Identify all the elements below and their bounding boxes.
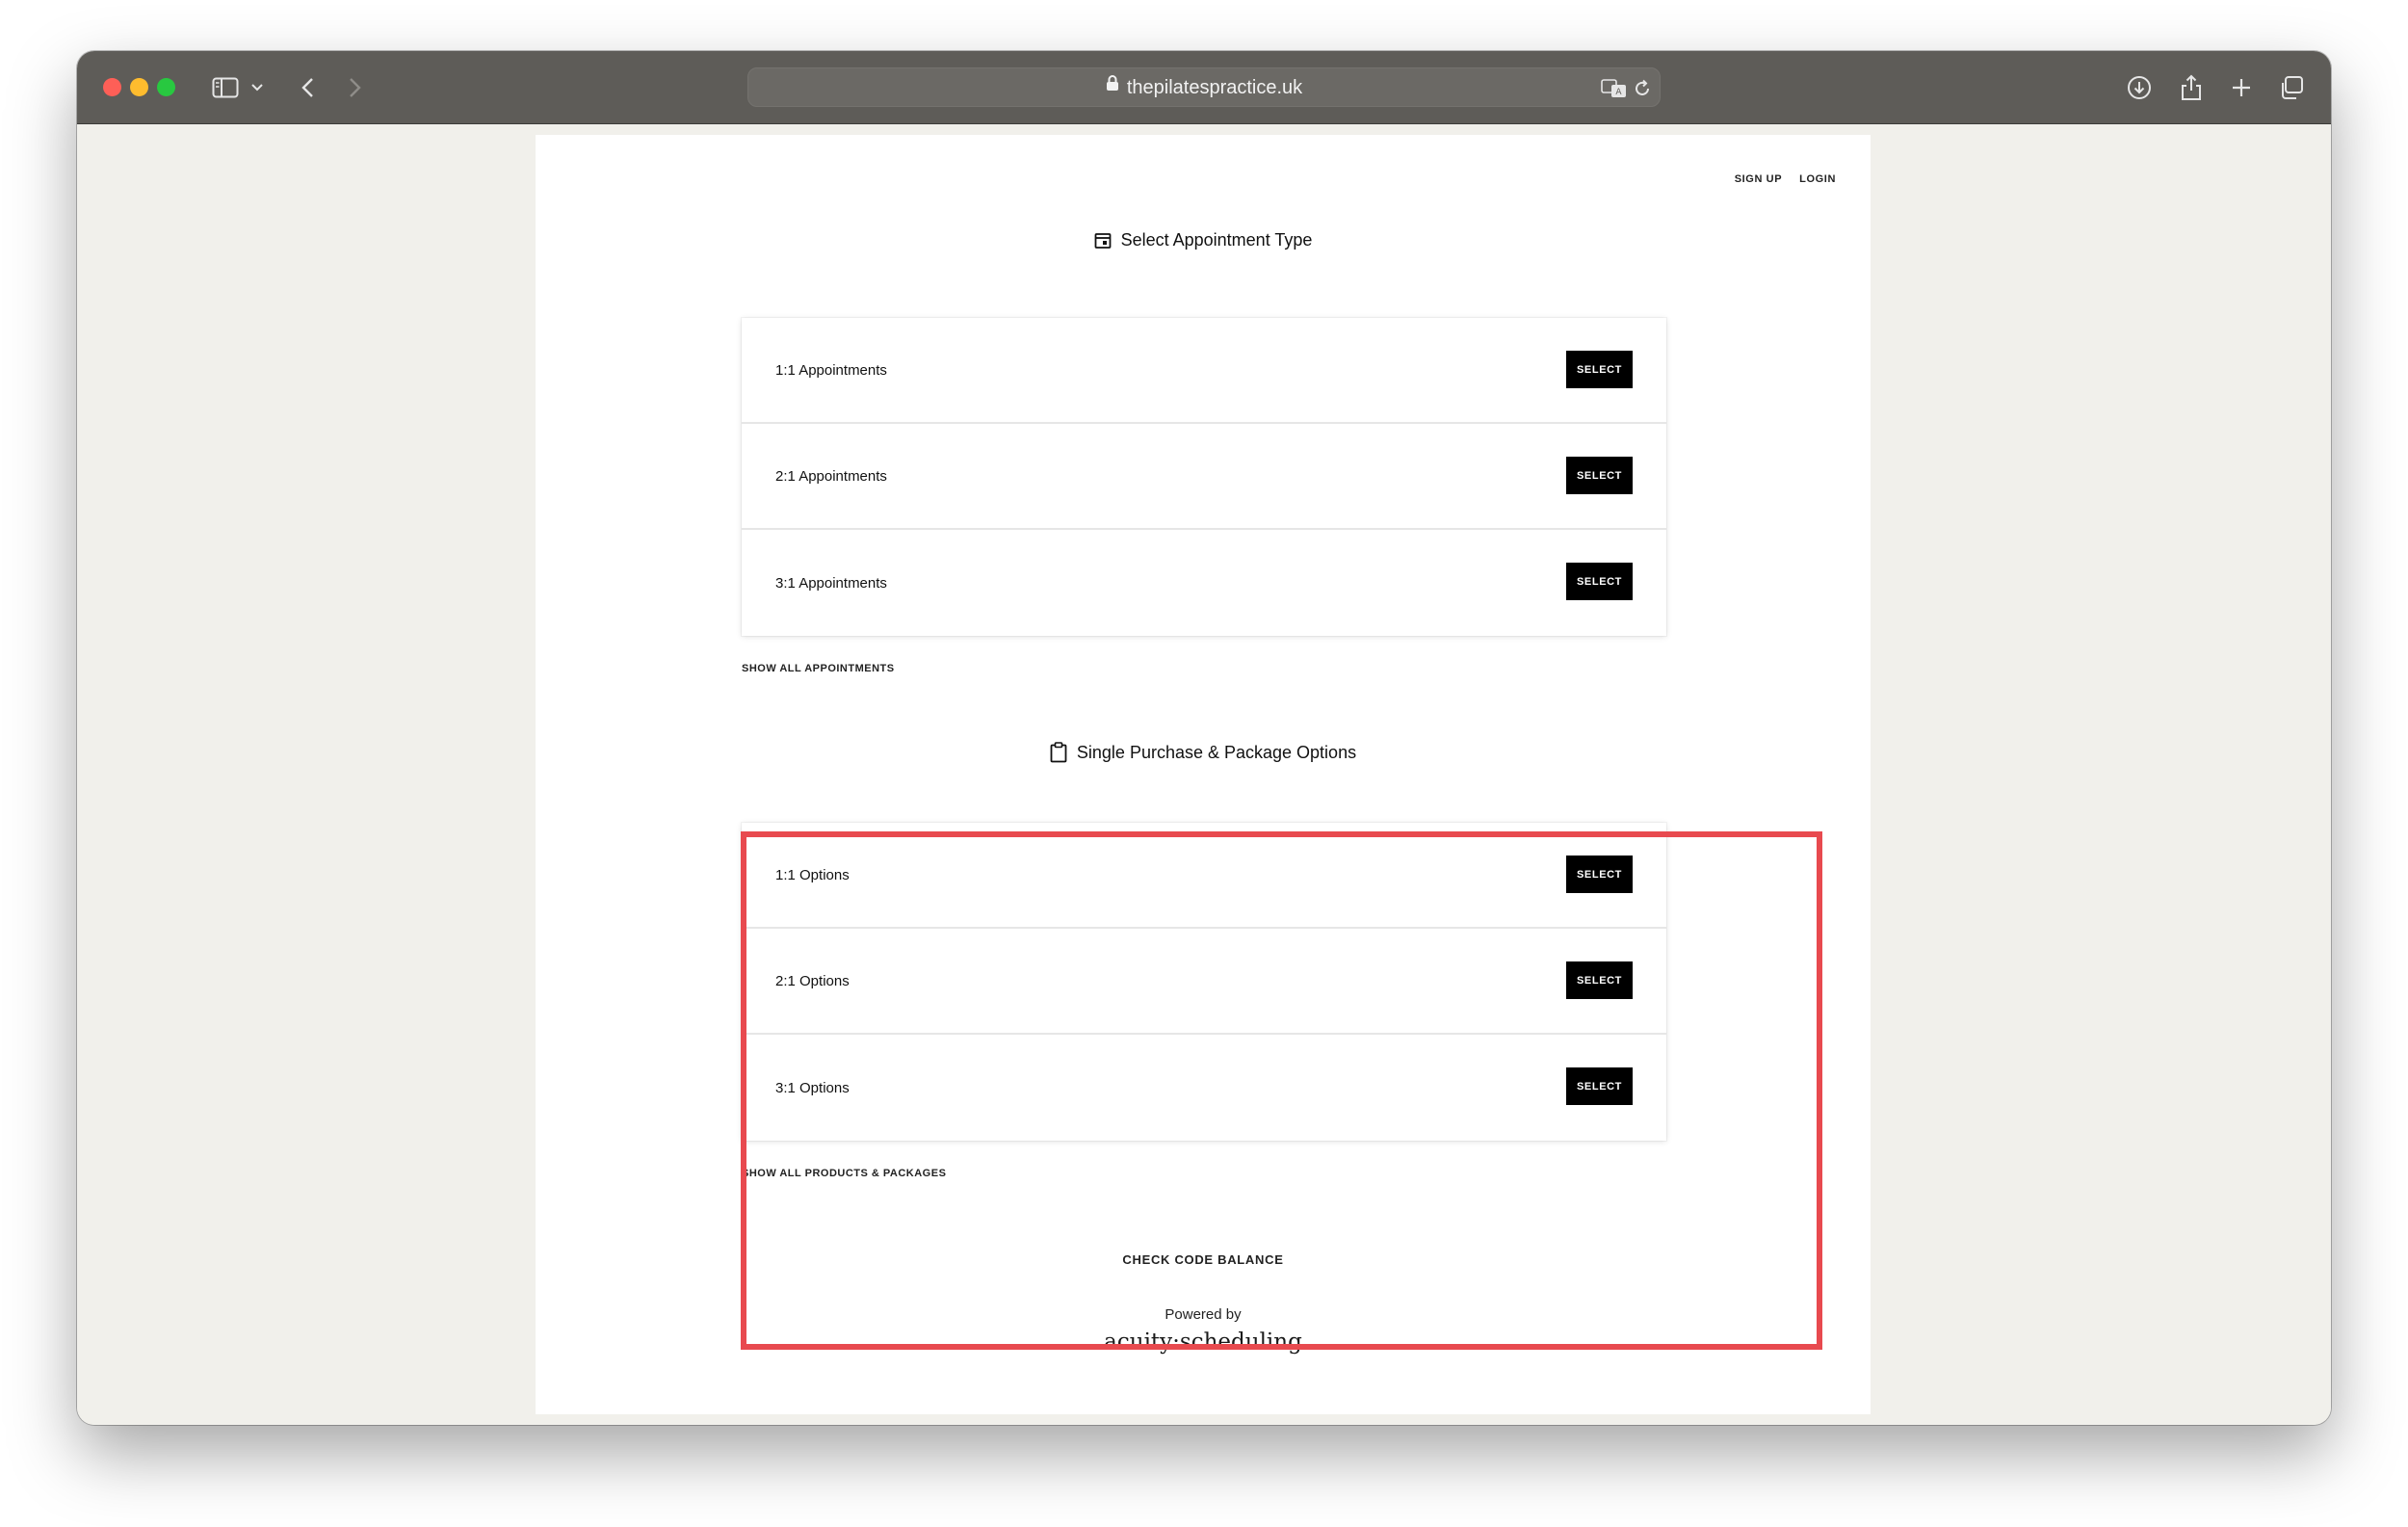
packages-title-text: Single Purchase & Package Options <box>1076 742 1357 762</box>
svg-text:A: A <box>1615 88 1622 97</box>
appointment-label: 3:1 Appointments <box>775 574 887 592</box>
scheduling-page: SIGN UP LOGIN Select Appointment Type 1:… <box>536 135 1871 1414</box>
select-button[interactable]: SELECT <box>1566 457 1633 494</box>
list-item[interactable]: 1:1 Appointments SELECT <box>742 318 1666 424</box>
lock-icon <box>1106 66 1119 106</box>
maximize-window-button[interactable] <box>157 78 175 96</box>
tab-overview-icon[interactable] <box>2277 68 2306 107</box>
list-item[interactable]: 2:1 Appointments SELECT <box>742 424 1666 530</box>
package-label: 1:1 Options <box>775 866 850 883</box>
show-all-products-link[interactable]: SHOW ALL PRODUCTS & PACKAGES <box>742 1168 946 1179</box>
select-button[interactable]: SELECT <box>1566 856 1633 893</box>
appointment-label: 2:1 Appointments <box>775 467 887 485</box>
appointments-title: Select Appointment Type <box>536 230 1871 250</box>
address-bar[interactable]: thepilatespractice.uk A <box>747 67 1661 107</box>
browser-toolbar: thepilatespractice.uk A <box>77 51 2331 124</box>
package-label: 2:1 Options <box>775 972 850 989</box>
download-icon[interactable] <box>2125 68 2154 107</box>
package-list: 1:1 Options SELECT 2:1 Options SELECT 3:… <box>742 823 1666 1141</box>
appointment-label: 1:1 Appointments <box>775 361 887 379</box>
show-all-appointments-link[interactable]: SHOW ALL APPOINTMENTS <box>742 663 895 674</box>
list-item[interactable]: 1:1 Options SELECT <box>742 823 1666 929</box>
appointments-title-text: Select Appointment Type <box>1120 230 1313 250</box>
select-button[interactable]: SELECT <box>1566 1067 1633 1105</box>
powered-by-text: Powered by <box>1165 1306 1242 1323</box>
sign-up-link[interactable]: SIGN UP <box>1735 173 1782 185</box>
calendar-icon <box>1094 232 1112 250</box>
login-link[interactable]: LOGIN <box>1799 173 1836 185</box>
chevron-down-icon[interactable] <box>249 68 266 107</box>
list-item[interactable]: 2:1 Options SELECT <box>742 929 1666 1035</box>
new-tab-icon[interactable] <box>2228 68 2255 107</box>
acuity-scheduling-logo[interactable]: acuity:scheduling <box>536 1330 1871 1355</box>
reload-icon[interactable] <box>1630 68 1655 108</box>
clipboard-icon <box>1050 742 1067 763</box>
back-arrow-icon[interactable] <box>296 68 319 107</box>
package-label: 3:1 Options <box>775 1079 850 1096</box>
appointment-list: 1:1 Appointments SELECT 2:1 Appointments… <box>742 318 1666 636</box>
sidebar-toggle-icon[interactable] <box>209 68 242 107</box>
list-item[interactable]: 3:1 Appointments SELECT <box>742 530 1666 636</box>
check-code-balance-link[interactable]: CHECK CODE BALANCE <box>536 1252 1871 1267</box>
account-links: SIGN UP LOGIN <box>1735 173 1836 185</box>
translate-icon[interactable]: A <box>1600 68 1629 108</box>
web-viewport: SIGN UP LOGIN Select Appointment Type 1:… <box>77 125 2331 1425</box>
select-button[interactable]: SELECT <box>1566 961 1633 999</box>
packages-title: Single Purchase & Package Options <box>536 742 1871 763</box>
share-icon[interactable] <box>2178 68 2205 107</box>
list-item[interactable]: 3:1 Options SELECT <box>742 1035 1666 1141</box>
minimize-window-button[interactable] <box>130 78 148 96</box>
select-button[interactable]: SELECT <box>1566 351 1633 388</box>
forward-arrow-icon[interactable] <box>344 68 367 107</box>
url-text: thepilatespractice.uk <box>1126 77 1303 98</box>
browser-window: thepilatespractice.uk A SIGN UP LOGIN Se… <box>77 51 2331 1425</box>
select-button[interactable]: SELECT <box>1566 563 1633 600</box>
close-window-button[interactable] <box>103 78 121 96</box>
